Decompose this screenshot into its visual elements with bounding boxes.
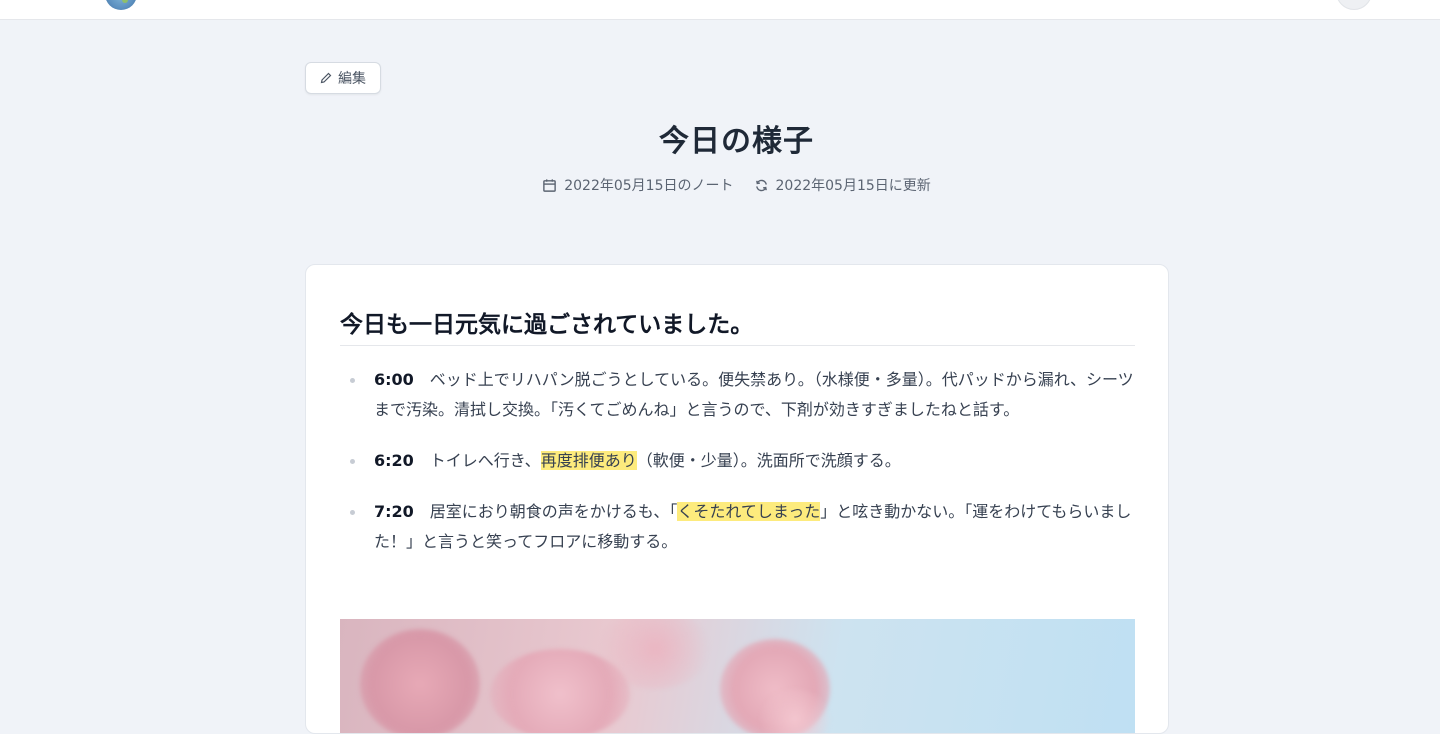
entry-time: 6:00 (374, 370, 414, 389)
list-item: 6:00 ベッド上でリハパン脱ごうとしている。便失禁あり。（水様便・多量）。代パッ… (340, 365, 1135, 425)
calendar-icon (543, 178, 557, 192)
entry-text: （軟便・少量）。洗面所で洗顔する。 (636, 451, 901, 470)
updated-date: 2022年05月15日に更新 (754, 175, 931, 195)
note-date: 2022年05月15日のノート (542, 175, 734, 195)
edit-button[interactable]: 編集 (305, 62, 381, 94)
cherry-blossom-photo[interactable] (340, 619, 1135, 733)
note-card: 今日も一日元気に過ごされていました。 6:00 ベッド上でリハパン脱ごうとしている… (305, 264, 1169, 734)
list-item: 6:20 トイレへ行き、再度排便あり（軟便・少量）。洗面所で洗顔する。 (340, 446, 1135, 476)
globe-logo-icon[interactable] (105, 0, 137, 10)
updated-date-text: 2022年05月15日に更新 (775, 178, 931, 194)
list-item: 7:20 居室におり朝食の声をかけるも、「くそたれてしまった」と呟き動かない。「運… (340, 497, 1135, 557)
edit-button-label: 編集 (338, 70, 366, 86)
user-avatar[interactable] (1336, 0, 1372, 10)
note-heading: 今日も一日元気に過ごされていました。 (340, 305, 1135, 346)
entry-text: トイレへ行き、 (429, 451, 541, 470)
pencil-icon (320, 72, 332, 84)
entry-list: 6:00 ベッド上でリハパン脱ごうとしている。便失禁あり。（水様便・多量）。代パッ… (340, 365, 1135, 578)
entry-time: 7:20 (374, 502, 414, 521)
top-navigation-bar (0, 0, 1440, 20)
highlighted-text: 再度排便あり (540, 451, 637, 470)
entry-time: 6:20 (374, 451, 414, 470)
note-meta: 2022年05月15日のノート 2022年05月15日に更新 (0, 175, 1440, 195)
note-date-text: 2022年05月15日のノート (564, 178, 734, 194)
highlighted-text: くそたれてしまった (677, 502, 821, 521)
entry-text: 居室におり朝食の声をかけるも、「 (429, 502, 678, 521)
entry-text: ベッド上でリハパン脱ごうとしている。便失禁あり。（水様便・多量）。代パッドから漏… (374, 370, 1134, 419)
page-title: 今日の様子 (659, 124, 814, 159)
refresh-icon (755, 179, 767, 191)
